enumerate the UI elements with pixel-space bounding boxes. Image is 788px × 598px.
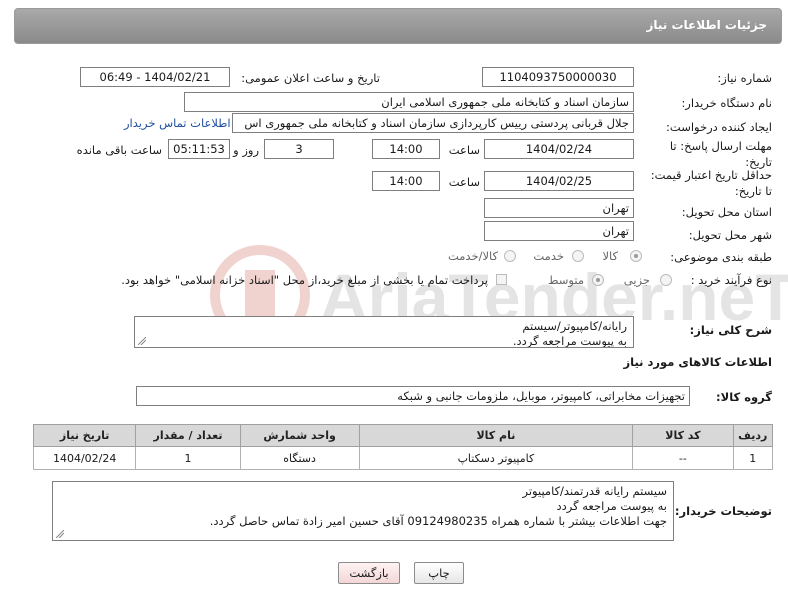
buyer-contact-link[interactable]: اطلاعات تماس خریدار: [124, 116, 231, 130]
buyer-org-field: سازمان اسناد و کتابخانه ملی جمهوری اسلام…: [184, 92, 634, 112]
creator-label: ایجاد کننده درخواست:: [666, 120, 772, 134]
buyer-notes-line-3: جهت اطلاعات بیشتر با شماره همراه 0912498…: [209, 514, 667, 528]
general-desc-line-2: به پیوست مراجعه گردد.: [512, 334, 627, 348]
process-medium-label: متوسط: [547, 273, 584, 287]
buyer-notes-line-2: به پیوست مراجعه گردد: [556, 499, 667, 513]
col-unit: واحد شمارش: [239, 424, 360, 447]
remaining-label: ساعت باقی مانده: [76, 143, 162, 157]
category-goods-radio[interactable]: [630, 250, 642, 262]
page-title: جزئیات اطلاعات نیاز: [646, 18, 767, 32]
reply-hour-label: ساعت: [448, 143, 480, 157]
province-label: استان محل تحویل:: [681, 205, 772, 219]
general-desc-label: شرح کلی نیاز:: [689, 323, 772, 337]
buyer-notes-textarea[interactable]: سیستم رایانه قدرتمند/کامپیوتر به پیوست م…: [52, 481, 674, 541]
category-service-radio[interactable]: [572, 250, 584, 262]
reply-date-field: 1404/02/24: [484, 139, 634, 159]
col-date: تاریخ نیاز: [32, 424, 137, 447]
process-medium-radio[interactable]: [592, 274, 604, 286]
category-label: طبقه بندی موضوعی:: [670, 250, 772, 264]
price-time-field: 14:00: [372, 171, 440, 191]
category-service-label: خدمت: [533, 249, 564, 263]
reply-deadline-label: مهلت ارسال پاسخ: تا تاریخ:: [669, 139, 772, 169]
cell-qty: 1: [135, 446, 241, 470]
cell-name: کامپیوتر دسکتاپ: [358, 446, 634, 470]
city-field: تهران: [484, 221, 634, 241]
category-goods-service-radio[interactable]: [504, 250, 516, 262]
category-goods-service-label: کالا/خدمت: [447, 249, 498, 263]
need-number-label: شماره نیاز:: [717, 71, 772, 85]
col-name: نام کالا: [358, 424, 634, 447]
process-partial-radio[interactable]: [660, 274, 672, 286]
print-button[interactable]: چاپ: [414, 562, 464, 584]
items-table-header: ردیف کد کالا نام کالا واحد شمارش تعداد /…: [32, 424, 774, 447]
goods-info-heading: اطلاعات کالاهای مورد نیاز: [623, 355, 772, 369]
time-left-field: 05:11:53: [168, 139, 230, 159]
treasury-checkbox[interactable]: [496, 274, 507, 285]
days-left-field: 3: [264, 139, 334, 159]
resize-grip-icon: [56, 530, 64, 538]
process-label: نوع فرآیند خرید :: [690, 273, 772, 287]
table-row: 1 -- کامپیوتر دسکتاپ دستگاه 1 1404/02/24: [32, 446, 774, 470]
announce-datetime-label: تاریخ و ساعت اعلان عمومی:: [241, 71, 380, 85]
creator-field: جلال قربانی پردستی رییس کارپردازی سازمان…: [232, 113, 634, 133]
need-number-field: 1104093750000030: [482, 67, 634, 87]
general-desc-textarea[interactable]: رایانه/کامپیوتر/سیستم به پیوست مراجعه گر…: [134, 316, 634, 348]
resize-grip-icon: [138, 337, 146, 345]
buyer-org-label: نام دستگاه خریدار:: [681, 96, 772, 110]
general-desc-line-1: رایانه/کامپیوتر/سیستم: [522, 319, 627, 333]
city-label: شهر محل تحویل:: [688, 228, 772, 242]
col-code: کد کالا: [632, 424, 734, 447]
price-validity-label: حداقل تاریخ اعتبار قیمت: تا تاریخ:: [650, 168, 772, 198]
cell-unit: دستگاه: [239, 446, 360, 470]
category-goods-label: کالا: [602, 249, 618, 263]
goods-group-label: گروه کالا:: [716, 390, 772, 404]
cell-row: 1: [732, 446, 774, 470]
back-button[interactable]: بازگشت: [338, 562, 400, 584]
days-and-label: روز و: [233, 143, 259, 157]
page-header: جزئیات اطلاعات نیاز: [14, 8, 782, 44]
buyer-notes-line-1: سیستم رایانه قدرتمند/کامپیوتر: [522, 484, 667, 498]
goods-group-field: تجهیزات مخابراتی، کامپیوتر، موبایل، ملزو…: [136, 386, 690, 406]
cell-date: 1404/02/24: [32, 446, 137, 470]
process-partial-label: جزیی: [623, 273, 650, 287]
price-date-field: 1404/02/25: [484, 171, 634, 191]
items-table: ردیف کد کالا نام کالا واحد شمارش تعداد /…: [32, 424, 774, 470]
col-row: ردیف: [732, 424, 774, 447]
province-field: تهران: [484, 198, 634, 218]
cell-code: --: [632, 446, 734, 470]
buyer-notes-label: توضیحات خریدار:: [674, 504, 772, 518]
price-hour-label: ساعت: [448, 175, 480, 189]
reply-time-field: 14:00: [372, 139, 440, 159]
treasury-note: پرداخت تمام یا بخشی از مبلغ خرید،از محل …: [121, 273, 488, 287]
announce-datetime-field: 1404/02/21 - 06:49: [80, 67, 230, 87]
col-qty: تعداد / مقدار: [135, 424, 241, 447]
